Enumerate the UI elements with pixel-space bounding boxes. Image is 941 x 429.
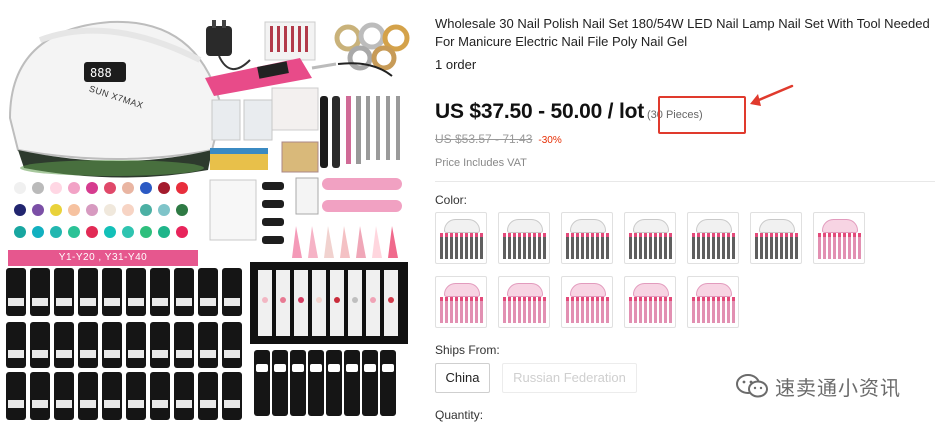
nail-tips-box — [281, 141, 319, 173]
color-swatch[interactable] — [435, 212, 487, 264]
nail-kit-illustration: 888 — [6, 20, 410, 420]
striping-tape — [334, 22, 410, 71]
original-price-row: US $53.57 - 71.43 -30% — [435, 130, 562, 148]
nail-swatches — [292, 226, 398, 258]
swatch-lamp — [633, 283, 669, 297]
quantity-label: Quantity: — [435, 408, 484, 422]
color-chart — [14, 182, 188, 238]
annotation-highlight-box — [658, 96, 746, 134]
color-swatch[interactable] — [813, 212, 865, 264]
swatch-lamp — [633, 219, 669, 233]
color-swatch[interactable] — [750, 212, 802, 264]
divider — [435, 181, 935, 182]
swatch-bottles — [440, 237, 484, 259]
swatch-lamp — [696, 283, 732, 297]
ship-option-russian-federation[interactable]: Russian Federation — [502, 363, 637, 393]
color-swatch[interactable] — [624, 212, 676, 264]
swatch-lamp — [444, 283, 480, 297]
swatch-bottles — [629, 301, 673, 323]
polish-bottles — [6, 268, 242, 420]
toe-separators — [322, 178, 402, 212]
product-title: Wholesale 30 Nail Polish Nail Set 180/54… — [435, 16, 930, 49]
color-swatch[interactable] — [435, 276, 487, 328]
nail-tips-tray — [209, 179, 257, 241]
color-swatch[interactable] — [498, 276, 550, 328]
swatch-lamp — [444, 219, 480, 233]
wechat-icon — [736, 374, 768, 398]
order-count: 1 order — [435, 57, 477, 72]
original-price: US $53.57 - 71.43 — [435, 132, 533, 146]
swatch-bottles — [755, 237, 799, 259]
discount-badge: -30% — [538, 135, 562, 146]
swatch-bottles — [629, 237, 673, 259]
tool-box — [271, 87, 319, 131]
swatch-lamp — [696, 219, 732, 233]
swatch-lamp — [507, 219, 543, 233]
svg-text:888: 888 — [90, 66, 112, 80]
swatch-lamp — [759, 219, 795, 233]
price: US $37.50 - 50.00 / lot — [435, 100, 645, 123]
color-swatch[interactable] — [624, 276, 676, 328]
vat-note: Price Includes VAT — [435, 157, 527, 169]
swatch-bottles — [692, 301, 736, 323]
ships-from-label: Ships From: — [435, 343, 500, 357]
watermark: 速卖通小资讯 — [735, 370, 901, 402]
product-image[interactable]: 888 SUN X7MAX Y1-Y20 , Y31-Y40 — [0, 0, 418, 429]
color-range-label: Y1-Y20 , Y31-Y40 — [8, 250, 198, 266]
color-label: Color: — [435, 193, 468, 207]
nail-clippers — [262, 182, 284, 244]
swatch-bottles — [692, 237, 736, 259]
swatch-lamp — [507, 283, 543, 297]
color-swatch[interactable] — [687, 276, 739, 328]
annotation-arrow-icon — [750, 84, 794, 106]
swatch-lamp — [570, 283, 606, 297]
watermark-text: 速卖通小资讯 — [775, 377, 901, 400]
glue-bottle — [295, 177, 319, 215]
swatch-bottles — [566, 301, 610, 323]
swatch-bottles — [440, 301, 484, 323]
color-swatch[interactable] — [561, 212, 613, 264]
poly-gel-tubes — [250, 262, 408, 344]
swatch-lamp — [570, 219, 606, 233]
color-swatch[interactable] — [687, 212, 739, 264]
swatch-bottles — [503, 237, 547, 259]
ship-option-china[interactable]: China — [435, 363, 490, 393]
swatch-bottles — [566, 237, 610, 259]
swatch-bottles — [503, 301, 547, 323]
color-swatch[interactable] — [561, 276, 613, 328]
swatch-lamp — [822, 219, 858, 233]
drill-bits — [264, 21, 316, 61]
swatch-bottles — [818, 237, 862, 259]
base-top-bottles — [254, 350, 396, 416]
color-swatch[interactable] — [498, 212, 550, 264]
power-adapter — [206, 20, 251, 70]
